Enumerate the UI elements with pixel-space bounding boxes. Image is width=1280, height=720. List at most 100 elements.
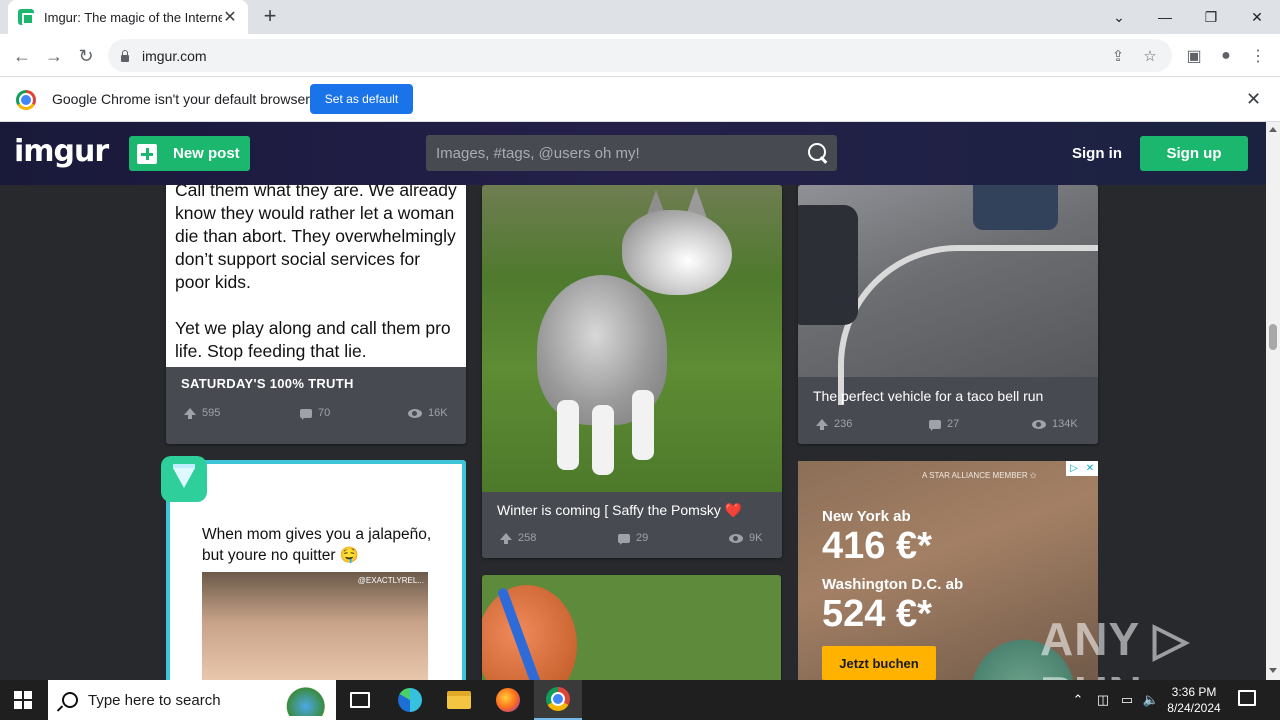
search-icon <box>62 692 78 708</box>
post-title[interactable]: The perfect vehicle for a taco bell run <box>813 388 1043 404</box>
upvote-value: 236 <box>834 418 853 430</box>
upvote-value: 258 <box>518 532 537 544</box>
sign-in-link[interactable]: Sign in <box>1072 145 1122 162</box>
ad-city: New York ab <box>822 508 911 525</box>
set-as-default-button[interactable]: Set as default <box>310 84 413 114</box>
side-panel-icon[interactable]: ▣ <box>1182 44 1206 68</box>
gem-badge-icon <box>161 456 207 502</box>
post-card[interactable]: Call them what they are. We already know… <box>166 185 466 444</box>
image-text: Yet we play along and call them pro life… <box>175 318 451 361</box>
view-value: 134K <box>1052 418 1078 430</box>
profile-avatar-icon[interactable]: ● <box>1214 44 1238 68</box>
post-card[interactable]: Winter is coming [ Saffy the Pomsky ❤️ 2… <box>482 185 782 558</box>
post-card[interactable]: The perfect vehicle for a taco bell run … <box>798 185 1098 444</box>
clock-time: 3:36 PM <box>1171 685 1217 699</box>
minimize-button[interactable]: — <box>1142 0 1188 34</box>
url-text[interactable]: imgur.com <box>142 48 1108 64</box>
tab-search-icon[interactable]: ⌄ <box>1096 0 1142 34</box>
new-tab-button[interactable]: + <box>258 4 282 28</box>
upvote-icon <box>816 418 828 430</box>
new-post-button[interactable]: New post <box>129 136 250 171</box>
comment-icon <box>929 419 941 431</box>
sign-up-button[interactable]: Sign up <box>1140 136 1248 171</box>
scroll-down-arrow-icon[interactable] <box>1269 668 1277 673</box>
search-input[interactable] <box>436 144 807 162</box>
taskbar-clock[interactable]: 3:36 PM 8/24/2024 <box>1158 684 1230 716</box>
book-now-button[interactable]: Jetzt buchen <box>822 646 936 680</box>
restore-button[interactable]: ❐ <box>1188 0 1234 34</box>
close-window-button[interactable]: ✕ <box>1234 0 1280 34</box>
ad-price: 416 €* <box>822 525 932 567</box>
firefox-icon[interactable] <box>484 680 532 720</box>
search-icon[interactable] <box>807 142 829 164</box>
meet-now-icon[interactable]: ◫ <box>1092 680 1114 720</box>
puppy-leg <box>592 405 614 475</box>
tab-imgur[interactable]: Imgur: The magic of the Internet ✕ <box>8 0 248 34</box>
ball-shape <box>482 585 577 680</box>
upvote-count[interactable]: 595 <box>184 407 220 419</box>
tray-overflow-icon[interactable]: ⌃ <box>1068 680 1088 720</box>
search-box <box>426 135 837 171</box>
view-count: 16K <box>408 407 448 419</box>
windows-start-icon[interactable] <box>14 691 32 709</box>
post-card[interactable] <box>482 575 781 680</box>
upvote-count[interactable]: 236 <box>816 418 852 430</box>
default-browser-infobar: Google Chrome isn't your default browser… <box>0 77 1280 122</box>
page-scrollbar[interactable] <box>1266 122 1280 680</box>
share-icon[interactable]: ⇪ <box>1108 46 1128 66</box>
comment-count: 29 <box>618 532 649 545</box>
comment-value: 70 <box>318 407 331 419</box>
lock-icon[interactable] <box>120 49 130 62</box>
ad-choices[interactable]: ▷ ✕ <box>1066 461 1098 476</box>
tab-close-icon[interactable]: ✕ <box>222 7 238 27</box>
upvote-icon <box>500 532 512 544</box>
new-post-label: New post <box>173 145 240 162</box>
post-image[interactable] <box>482 185 782 492</box>
browser-toolbar: ← → ↻ imgur.com ⇪ ☆ ▣ ● ⋮ <box>0 34 1280 77</box>
view-value: 9K <box>749 532 763 544</box>
scroll-up-arrow-icon[interactable] <box>1269 127 1277 132</box>
task-view-icon[interactable] <box>336 680 384 720</box>
ad-price: 524 €* <box>822 593 932 635</box>
post-card[interactable]: When mom gives you a jalapeño, but youre… <box>166 460 466 680</box>
network-icon[interactable]: ▭ <box>1116 680 1138 720</box>
clock-date: 8/24/2024 <box>1167 701 1221 715</box>
chrome-taskbar-icon[interactable] <box>534 680 582 720</box>
windows-taskbar: Type here to search ⌃ ◫ ▭ 🔈 3:36 PM 8/24… <box>0 680 1280 720</box>
chrome-menu-icon[interactable]: ⋮ <box>1246 44 1270 68</box>
adchoices-icon[interactable]: ▷ <box>1066 461 1082 476</box>
file-explorer-icon[interactable] <box>435 680 483 720</box>
tab-strip: Imgur: The magic of the Internet ✕ + ⌄ —… <box>0 0 1280 34</box>
bookmark-star-icon[interactable]: ☆ <box>1140 46 1160 66</box>
car-shape <box>798 205 858 325</box>
ad-close-icon[interactable]: ✕ <box>1082 461 1098 476</box>
reload-icon[interactable]: ↻ <box>73 43 99 69</box>
infobar-message: Google Chrome isn't your default browser <box>52 91 310 107</box>
post-image[interactable]: @EXACTLYREL... <box>202 572 428 680</box>
scrollbar-thumb[interactable] <box>1269 324 1277 350</box>
street-curb <box>838 245 1098 405</box>
post-title[interactable]: SATURDAY'S 100% TRUTH <box>181 376 354 391</box>
post-feed: Call them what they are. We already know… <box>0 185 1266 680</box>
upvote-count[interactable]: 258 <box>500 532 536 544</box>
comment-icon <box>300 408 312 420</box>
search-highlight-icon <box>276 684 330 716</box>
view-count: 9K <box>729 532 762 544</box>
comment-value: 29 <box>636 532 649 544</box>
imgur-header: imgur New post Sign in Sign up <box>0 122 1266 185</box>
back-arrow-icon[interactable]: ← <box>9 43 35 69</box>
eye-icon <box>1032 419 1046 429</box>
notification-icon[interactable] <box>1238 690 1256 706</box>
imgur-logo[interactable]: imgur <box>14 134 109 169</box>
upvote-icon <box>184 407 196 419</box>
edge-icon[interactable] <box>386 680 434 720</box>
post-title[interactable]: Winter is coming [ Saffy the Pomsky ❤️ <box>497 502 742 519</box>
forward-arrow-icon[interactable]: → <box>41 43 67 69</box>
post-image[interactable] <box>798 185 1098 405</box>
infobar-close-icon[interactable]: ✕ <box>1246 89 1261 110</box>
address-bar[interactable]: imgur.com ⇪ ☆ <box>108 39 1172 72</box>
taskbar-search[interactable]: Type here to search <box>48 680 336 720</box>
eye-icon <box>408 408 422 418</box>
ad-city: Washington D.C. ab <box>822 576 964 593</box>
post-image[interactable]: Call them what they are. We already know… <box>166 185 466 367</box>
